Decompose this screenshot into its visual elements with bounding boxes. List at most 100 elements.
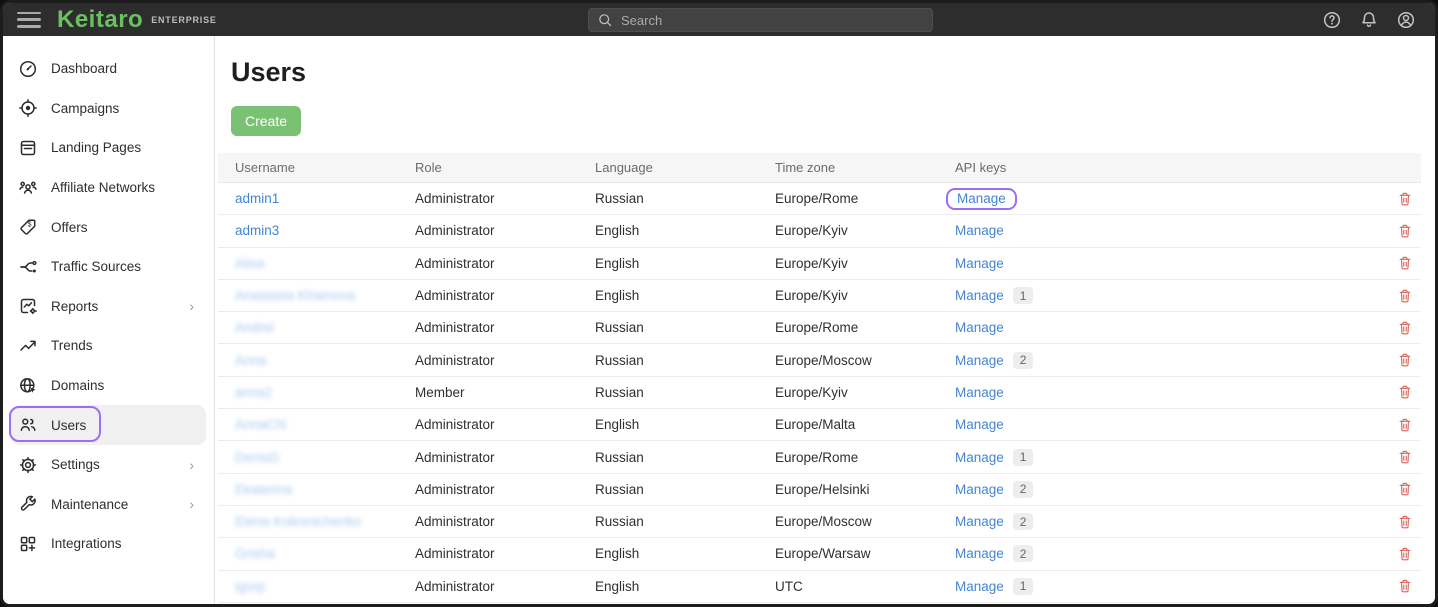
username-link: igorp — [235, 578, 266, 594]
language-cell: English — [595, 417, 640, 433]
username-link: Elena Kolesnichenko — [235, 514, 362, 530]
manage-link[interactable]: Manage — [955, 288, 1004, 303]
role-cell: Administrator — [415, 546, 495, 562]
sidebar-item-offers[interactable]: $ Offers › — [11, 207, 206, 247]
search-bar[interactable] — [588, 8, 933, 32]
table-row: Grisha Administrator English Europe/Wars… — [218, 538, 1421, 571]
language-cell: English — [595, 223, 640, 239]
username-link: Anastasia Khamova — [235, 288, 356, 304]
delete-user-button[interactable] — [1393, 477, 1417, 501]
table-row: AnnaCN Administrator English Europe/Malt… — [218, 409, 1421, 442]
reports-icon — [18, 296, 38, 316]
trends-icon — [18, 336, 38, 356]
sidebar-item-label: Dashboard — [51, 61, 118, 77]
settings-icon — [18, 455, 38, 475]
sidebar-item-landing-pages[interactable]: Landing Pages › — [11, 128, 206, 168]
trash-icon — [1399, 353, 1411, 367]
language-cell: Russian — [595, 320, 644, 336]
sidebar-item-campaigns[interactable]: Campaigns › — [11, 89, 206, 129]
table-row: admin3 Administrator English Europe/Kyiv… — [218, 215, 1421, 248]
sidebar-item-settings[interactable]: Settings › — [11, 445, 206, 485]
username-link: Ekaterina — [235, 481, 293, 497]
sidebar-item-users[interactable]: Users › — [9, 405, 206, 445]
username-link[interactable]: admin1 — [235, 191, 279, 206]
language-cell: Russian — [595, 191, 644, 207]
delete-user-button[interactable] — [1393, 574, 1417, 598]
dashboard-icon — [18, 59, 38, 79]
sidebar-item-dashboard[interactable]: Dashboard › — [11, 49, 206, 89]
create-button[interactable]: Create — [231, 106, 302, 136]
sidebar-item-integrations[interactable]: Integrations › — [11, 524, 206, 564]
column-header-role: Role — [415, 160, 442, 175]
delete-user-button[interactable] — [1393, 187, 1417, 211]
delete-user-button[interactable] — [1393, 510, 1417, 534]
api-keys-count-badge: 1 — [1012, 577, 1034, 595]
notifications-icon[interactable] — [1358, 9, 1380, 31]
traffic-sources-icon — [18, 257, 38, 277]
timezone-cell: UTC — [775, 578, 803, 594]
role-cell: Member — [415, 384, 465, 400]
trash-icon — [1399, 483, 1411, 496]
username-link: Andrei — [235, 320, 275, 336]
manage-link[interactable]: Manage — [955, 385, 1004, 400]
sidebar-menu: Dashboard › Campaigns › Landing Pages › … — [3, 36, 215, 604]
sidebar-item-trends[interactable]: Trends › — [11, 326, 206, 366]
username-link[interactable]: admin3 — [235, 223, 279, 238]
hamburger-menu-icon[interactable] — [17, 11, 41, 28]
help-icon[interactable] — [1321, 9, 1343, 31]
manage-highlight-annotation: Manage — [946, 187, 1017, 210]
trash-icon — [1399, 547, 1411, 561]
manage-link[interactable]: Manage — [957, 191, 1006, 206]
sidebar-item-affiliate-networks[interactable]: Affiliate Networks › — [11, 168, 206, 208]
manage-link[interactable]: Manage — [955, 482, 1004, 497]
users-icon — [18, 415, 38, 435]
delete-user-button[interactable] — [1393, 413, 1417, 437]
role-cell: Administrator — [415, 352, 495, 368]
offers-icon: $ — [18, 217, 38, 237]
timezone-cell: Europe/Kyiv — [775, 288, 848, 304]
role-cell: Administrator — [415, 288, 495, 304]
delete-user-button[interactable] — [1393, 284, 1417, 308]
manage-link[interactable]: Manage — [955, 256, 1004, 271]
language-cell: Russian — [595, 384, 644, 400]
timezone-cell: Europe/Kyiv — [775, 223, 848, 239]
trash-icon — [1399, 450, 1411, 464]
manage-link[interactable]: Manage — [955, 514, 1004, 529]
language-cell: English — [595, 546, 640, 562]
sidebar-item-label: Campaigns — [51, 100, 120, 116]
role-cell: Administrator — [415, 417, 495, 433]
table-row: Anna Administrator Russian Europe/Moscow… — [218, 344, 1421, 377]
manage-link[interactable]: Manage — [955, 353, 1004, 368]
topbar-icons — [1321, 3, 1417, 36]
delete-user-button[interactable] — [1393, 251, 1417, 275]
manage-link[interactable]: Manage — [955, 546, 1004, 561]
username-link: AnnaCN — [235, 417, 287, 433]
delete-user-button[interactable] — [1393, 445, 1417, 469]
manage-link[interactable]: Manage — [955, 579, 1004, 594]
sidebar-item-maintenance[interactable]: Maintenance › — [11, 485, 206, 525]
manage-link[interactable]: Manage — [955, 223, 1004, 238]
timezone-cell: Europe/Kyiv — [775, 384, 848, 400]
delete-user-button[interactable] — [1393, 542, 1417, 566]
sidebar-item-label: Trends — [51, 338, 93, 354]
manage-link[interactable]: Manage — [955, 417, 1004, 432]
language-cell: Russian — [595, 352, 644, 368]
timezone-cell: Europe/Rome — [775, 191, 859, 207]
trash-icon — [1399, 224, 1411, 238]
delete-user-button[interactable] — [1393, 316, 1417, 340]
search-input[interactable] — [621, 12, 924, 28]
brand-suffix: ENTERPRISE — [151, 14, 217, 25]
role-cell: Administrator — [415, 191, 495, 207]
manage-link[interactable]: Manage — [955, 320, 1004, 335]
sidebar-item-reports[interactable]: Reports › — [11, 287, 206, 327]
delete-user-button[interactable] — [1393, 219, 1417, 243]
language-cell: English — [595, 288, 640, 304]
delete-user-button[interactable] — [1393, 380, 1417, 404]
account-icon[interactable] — [1395, 9, 1417, 31]
sidebar-item-traffic-sources[interactable]: Traffic Sources › — [11, 247, 206, 287]
sidebar-item-domains[interactable]: Domains › — [11, 366, 206, 406]
brand-logo: Keitaro — [57, 5, 144, 33]
manage-link[interactable]: Manage — [955, 450, 1004, 465]
delete-user-button[interactable] — [1393, 348, 1417, 372]
chevron-right-icon: › — [189, 496, 194, 513]
